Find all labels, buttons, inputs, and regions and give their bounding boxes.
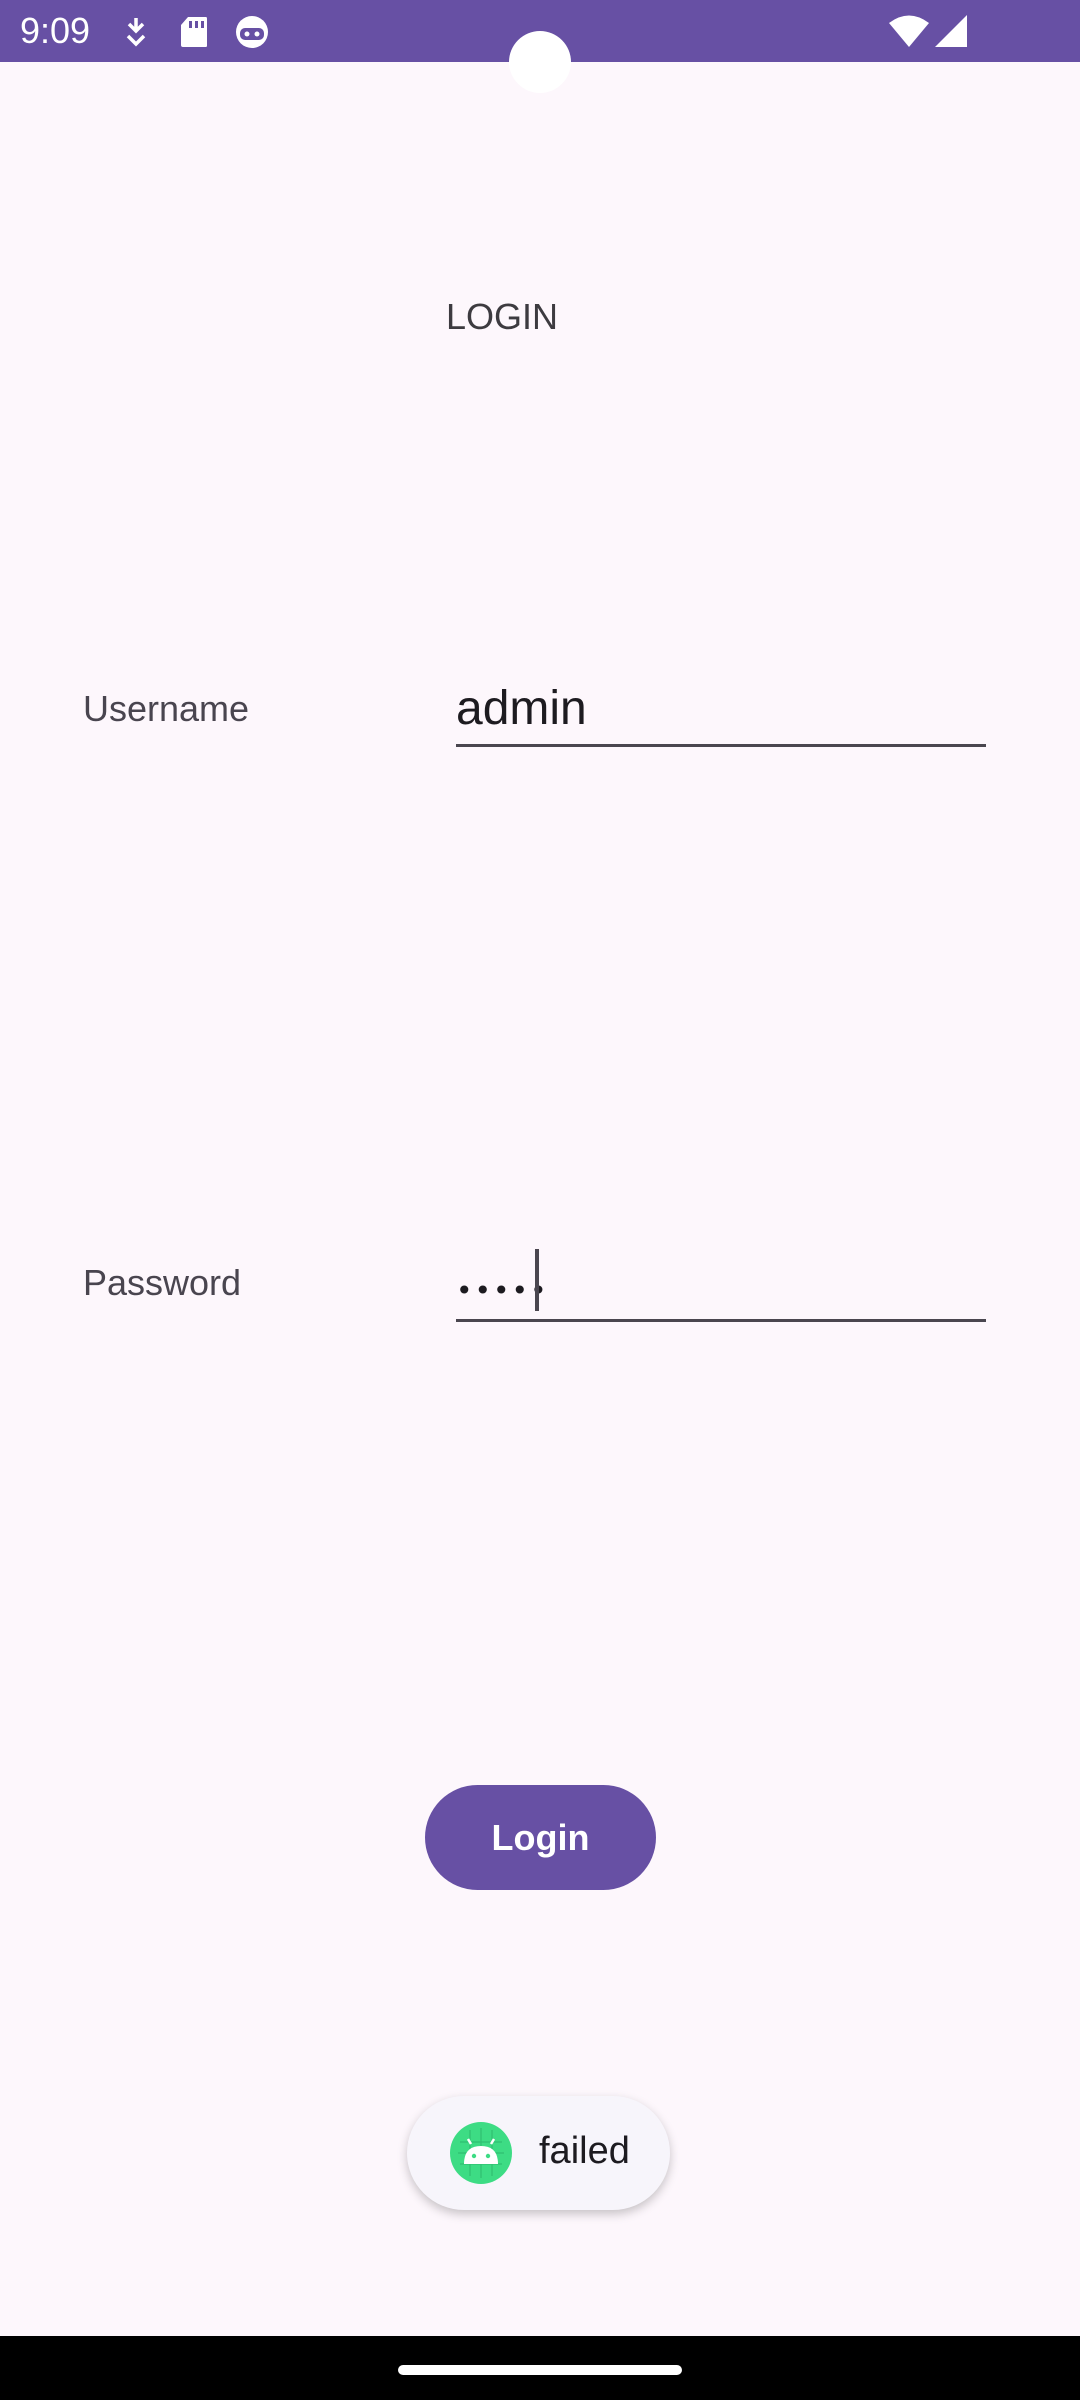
username-input[interactable]: admin: [456, 680, 986, 747]
robot-face-icon: [236, 16, 268, 48]
username-value: admin: [456, 682, 587, 735]
text-cursor: [535, 1249, 539, 1311]
toast-message: failed: [407, 2096, 670, 2210]
toast-text: failed: [539, 2130, 630, 2172]
password-label: Password: [83, 1262, 242, 1303]
login-button[interactable]: Login: [425, 1785, 656, 1890]
username-label: Username: [83, 688, 250, 729]
status-time: 9:09: [20, 10, 91, 51]
sd-card-icon: [181, 17, 207, 47]
wifi-icon: [889, 15, 929, 47]
page-title: LOGIN: [446, 296, 559, 337]
home-gesture-handle[interactable]: [398, 2365, 682, 2375]
android-app-icon: [450, 2122, 512, 2184]
password-input[interactable]: •••••: [456, 1249, 986, 1322]
download-icon: [126, 18, 146, 47]
cell-signal-icon: [935, 15, 967, 47]
camera-cutout: [509, 31, 571, 93]
